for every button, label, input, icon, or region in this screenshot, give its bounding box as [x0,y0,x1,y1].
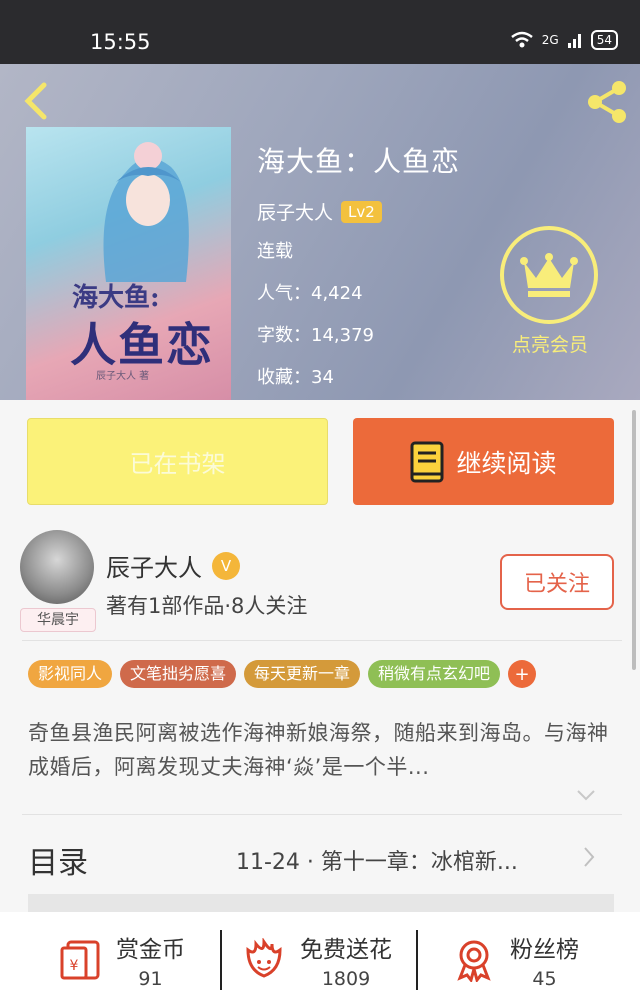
medal-icon [457,940,491,982]
signal-icon [567,34,581,48]
author-description: 著有1部作品·8人关注 [106,594,308,618]
fans-count: 45 [532,968,557,990]
fans-text: 粉丝榜 45 [510,930,579,990]
book-author-line: 辰子大人 Lv2 [257,198,460,225]
status-icons: 2G 54 [510,30,618,50]
reward-label: 赏金币 [116,937,185,963]
divider [22,814,622,815]
send-flower-button[interactable]: 免费送花 1809 [242,930,392,990]
book-icon [410,441,444,482]
book-favorites: 收藏：34 [257,367,334,388]
flower-text: 免费送花 1809 [300,930,392,990]
status-time: 15:55 [90,30,151,54]
fans-label: 粉丝榜 [510,937,579,963]
book-info: 海大鱼：人鱼恋 辰子大人 Lv2 连载 人气：4,424 字数：14,379 收… [257,140,460,405]
network-label: 2G [541,33,559,47]
crown-icon [520,253,578,297]
bottom-action-bar: ¥ 赏金币 91 免费送花 1809 粉丝榜 45 [0,912,640,993]
expand-chevron-icon[interactable] [576,788,596,802]
on-shelf-button[interactable]: 已在书架 [27,418,328,505]
flower-count: 1809 [321,968,371,990]
back-arrow-icon[interactable] [20,82,52,120]
cover-title-line2: 人鱼恋 [70,318,214,372]
continue-reading-button[interactable]: 继续阅读 [353,418,614,505]
table-of-contents-row[interactable]: 目录 11-24 · 第十一章：冰棺新... [0,826,640,890]
tag-chip[interactable]: 稍微有点玄幻吧 [368,660,501,688]
fans-ranking-button[interactable]: 粉丝榜 45 [452,930,579,990]
flower-label: 免费送花 [300,937,392,963]
chevron-right-icon [584,847,595,867]
tag-chip[interactable]: 文笔拙劣愿喜 [120,660,237,688]
on-shelf-label: 已在书架 [129,450,226,478]
vip-label: 点亮会员 [511,334,588,356]
status-bar: 15:55 2G 54 [0,0,640,64]
reward-coins-button[interactable]: ¥ 赏金币 91 [58,930,185,990]
verified-badge-icon: V [212,551,240,580]
flower-icon [246,938,282,978]
continue-reading-label: 继续阅读 [456,448,557,478]
scrollbar[interactable] [632,410,636,670]
follow-button[interactable]: 已关注 [500,554,614,610]
author-avatar[interactable] [20,530,94,604]
battery-indicator: 54 [590,30,618,50]
tag-list: 影视同人 文笔拙劣愿喜 每天更新一章 稍微有点玄幻吧 + [28,660,537,688]
avatar-tag: 华晨宇 [20,608,96,632]
cover-author: 辰子大人 著 [96,371,150,382]
book-title: 海大鱼：人鱼恋 [257,145,461,178]
share-icon[interactable] [583,80,631,124]
divider [220,930,222,990]
author-name[interactable]: 辰子大人 [106,548,202,583]
book-popularity: 人气：4,424 [257,283,363,304]
divider [416,930,418,990]
wifi-icon [511,31,533,48]
section-spacer [28,894,614,912]
book-status: 连载 [257,241,293,262]
vip-button[interactable]: 点亮会员 [500,226,600,357]
red-envelope-icon: ¥ [60,940,100,980]
vip-ring [500,226,598,324]
tag-chip[interactable]: 影视同人 [28,660,113,688]
latest-chapter: 11-24 · 第十一章：冰棺新... [236,850,518,875]
svg-text:¥: ¥ [70,958,79,974]
level-badge: Lv2 [341,200,382,223]
author-name-row: 辰子大人 V [106,548,240,583]
toc-label: 目录 [28,846,88,881]
divider [22,640,622,641]
author-card: 华晨宇 辰子大人 V 著有1部作品·8人关注 已关注 [0,520,640,640]
reward-text: 赏金币 91 [116,930,185,990]
tag-chip[interactable]: 每天更新一章 [244,660,361,688]
reward-count: 91 [138,968,163,990]
book-author[interactable]: 辰子大人 [257,198,333,225]
synopsis[interactable]: 奇鱼县渔民阿离被选作海神新娘海祭，随船来到海岛。与海神成婚后，阿离发现丈夫海神‘… [28,716,618,784]
cover-illustration [103,142,189,282]
more-tags-button[interactable]: + [508,660,537,688]
book-word-count: 字数：14,379 [257,325,374,346]
book-cover[interactable]: 海大鱼: 人鱼恋 辰子大人 著 [26,127,231,400]
